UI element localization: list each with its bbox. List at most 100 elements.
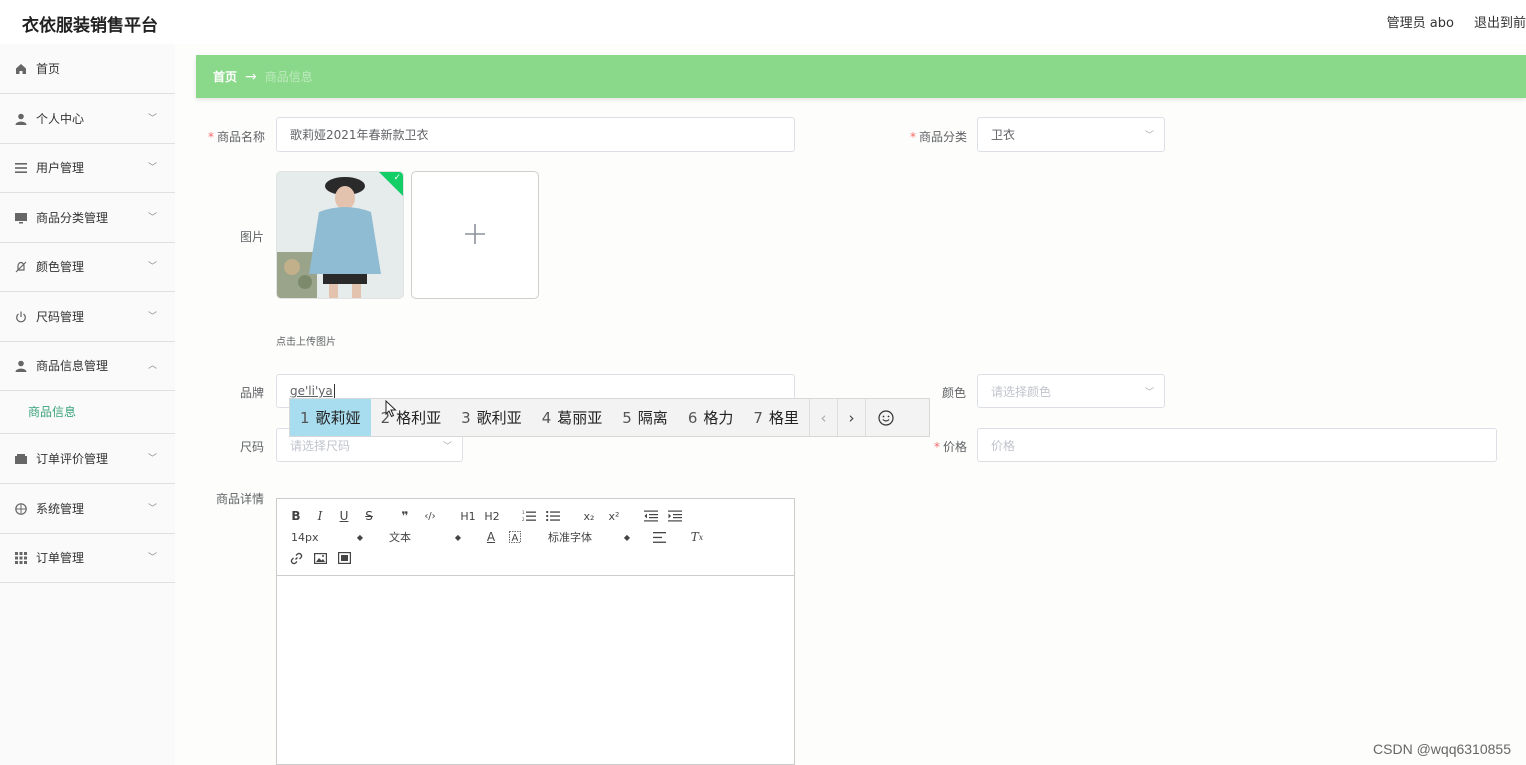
link-icon[interactable] (289, 551, 303, 565)
check-icon: ✓ (393, 173, 401, 183)
sidebar-item-label: 颜色管理 (36, 260, 85, 274)
user-icon (14, 359, 28, 373)
user-icon (14, 112, 28, 126)
power-icon (14, 310, 28, 324)
ime-candidate[interactable]: 1 歌莉娅 (290, 399, 371, 436)
sidebar-item-label: 个人中心 (36, 112, 85, 126)
strikethrough-button[interactable]: S (362, 509, 376, 523)
heading-1-button[interactable]: H1 (459, 509, 477, 523)
product-name-input[interactable]: 歌莉娅2021年春新款卫衣 (276, 117, 795, 152)
price-label: * 价格 (934, 440, 968, 454)
breadcrumb-home-link[interactable]: 首页 (213, 68, 237, 85)
blockquote-icon[interactable]: ❞ (398, 509, 412, 523)
product-category-label: * 商品分类 (910, 130, 968, 144)
ordered-list-icon[interactable]: 12 (521, 509, 537, 523)
price-input[interactable]: 价格 (977, 428, 1497, 462)
ime-candidate[interactable]: 4 葛丽亚 (532, 399, 613, 436)
chevron-down-icon: ﹀ (147, 553, 157, 563)
sidebar-item-color-management[interactable]: 颜色管理 ﹀ (0, 242, 175, 292)
list-icon (14, 161, 28, 175)
sidebar-item-system-management[interactable]: 系统管理 ﹀ (0, 484, 175, 534)
brand-label: 品牌 (240, 386, 265, 400)
sidebar-item-size-management[interactable]: 尺码管理 ﹀ (0, 292, 175, 342)
color-select-placeholder: 请选择颜色 (991, 384, 1052, 399)
sidebar-item-order-review-management[interactable]: 订单评价管理 ﹀ (0, 434, 175, 484)
bell-off-icon (14, 260, 28, 274)
ime-prev-page-icon[interactable]: ‹ (808, 399, 837, 436)
sidebar: 首页 个人中心 ﹀ 用户管理 ﹀ 商品分类管理 ﹀ 颜色管理 ﹀ 尺码管理 ﹀ (0, 44, 175, 765)
indent-icon[interactable] (667, 509, 683, 523)
chevron-down-icon: ﹀ (147, 163, 157, 173)
product-image-thumbnail[interactable]: ✓ (276, 171, 404, 299)
sidebar-item-label: 用户管理 (36, 161, 85, 175)
background-color-icon[interactable]: A (508, 529, 522, 544)
watermark: CSDN @wqq6310855 (1373, 741, 1511, 757)
sidebar-item-label: 商品分类管理 (36, 211, 109, 225)
heading-2-button[interactable]: H2 (483, 509, 501, 523)
chevron-down-icon: ﹀ (147, 312, 157, 322)
code-block-icon[interactable]: ‹/› (423, 509, 437, 523)
sidebar-item-user-management[interactable]: 用户管理 ﹀ (0, 143, 175, 193)
sidebar-item-home[interactable]: 首页 (0, 44, 175, 94)
home-icon (14, 62, 28, 76)
color-label: 颜色 (942, 386, 967, 400)
size-label: 尺码 (240, 440, 265, 454)
plus-icon (464, 223, 486, 248)
header-actions: 管理员 abo 退出到前 (1387, 12, 1526, 31)
image-insert-icon[interactable] (313, 551, 327, 565)
exit-to-front-link[interactable]: 退出到前 (1474, 12, 1526, 31)
editor-content-area[interactable] (277, 576, 794, 764)
font-size-select[interactable]: 14px ◆ (291, 530, 363, 544)
select-caret-icon: ◆ (623, 532, 630, 542)
outdent-icon[interactable] (643, 509, 659, 523)
admin-user-label: 管理员 abo (1386, 16, 1454, 31)
video-insert-icon[interactable] (337, 551, 351, 565)
product-detail-label: 商品详情 (216, 492, 265, 506)
product-detail-editor: B I U S ❞ ‹/› H1 H2 12 x₂ x² 14px ◆ 文本 ◆… (276, 498, 795, 765)
wallet-icon (14, 452, 28, 466)
italic-button[interactable]: I (313, 509, 327, 523)
emoji-icon[interactable] (864, 399, 907, 436)
sidebar-item-personal-center[interactable]: 个人中心 ﹀ (0, 94, 175, 144)
superscript-button[interactable]: x² (606, 509, 622, 523)
chevron-down-icon: ﹀ (1144, 388, 1154, 398)
sidebar-item-category-management[interactable]: 商品分类管理 ﹀ (0, 193, 175, 243)
ime-next-page-icon[interactable]: › (836, 399, 865, 436)
image-label: 图片 (240, 230, 265, 244)
sidebar-item-product-info-management[interactable]: 商品信息管理 ︿ (0, 341, 175, 391)
clear-format-icon[interactable]: Tx (690, 530, 704, 544)
breadcrumb-current: 商品信息 (264, 70, 313, 84)
product-category-select[interactable]: 卫衣 ﹀ (977, 117, 1165, 152)
sidebar-subitem-product-info[interactable]: 商品信息 (0, 390, 175, 434)
bold-button[interactable]: B (289, 509, 303, 523)
font-color-icon[interactable]: A (484, 529, 498, 544)
ime-candidate[interactable]: 3 歌利亚 (451, 399, 532, 436)
upload-image-button[interactable] (411, 171, 539, 299)
ime-candidate[interactable]: 7 格里 (743, 399, 809, 436)
bullet-list-icon[interactable] (545, 509, 561, 523)
underline-button[interactable]: U (337, 509, 351, 523)
brand-input-value: ge'li'ya (290, 384, 333, 398)
sidebar-item-label: 订单管理 (36, 551, 85, 565)
select-caret-icon: ◆ (356, 532, 363, 542)
chevron-up-icon: ︿ (147, 361, 157, 371)
color-select[interactable]: 请选择颜色 ﹀ (977, 374, 1165, 408)
subscript-button[interactable]: x₂ (581, 509, 597, 523)
ime-candidate[interactable]: 6 格力 (678, 399, 744, 436)
svg-text:A: A (512, 533, 519, 543)
sidebar-item-order-management[interactable]: 订单管理 ﹀ (0, 533, 175, 583)
ime-candidate[interactable]: 5 隔离 (612, 399, 678, 436)
product-name-label: * 商品名称 (208, 130, 266, 144)
top-header: 衣依服装销售平台 管理员 abo 退出到前 (0, 0, 1526, 44)
align-left-icon[interactable] (652, 530, 666, 544)
chevron-down-icon: ﹀ (147, 454, 157, 464)
font-family-select[interactable]: 标准字体 ◆ (548, 530, 630, 544)
size-select-placeholder: 请选择尺码 (290, 438, 351, 453)
chevron-down-icon: ﹀ (147, 114, 157, 124)
sidebar-item-label: 尺码管理 (36, 310, 85, 324)
chevron-down-icon: ﹀ (147, 213, 157, 223)
sidebar-subitem-label: 商品信息 (28, 405, 77, 419)
block-type-select[interactable]: 文本 ◆ (389, 530, 461, 544)
sidebar-item-label: 系统管理 (36, 502, 85, 516)
ime-candidate[interactable]: 2 格利亚 (371, 399, 452, 436)
